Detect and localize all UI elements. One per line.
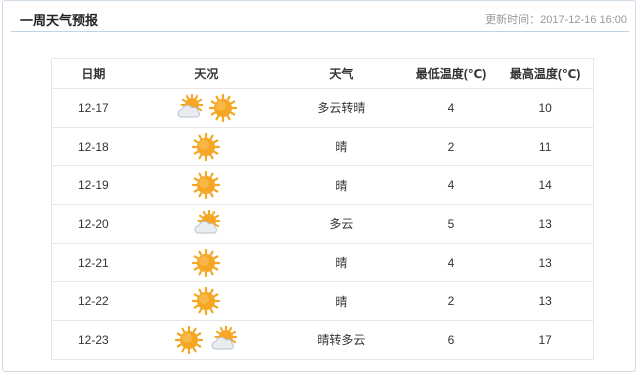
low-temp-cell: 2	[447, 139, 455, 154]
table-row: 12-20 多云 5 13	[52, 205, 593, 244]
condition-cell	[135, 171, 278, 200]
weather-cell: 多云	[329, 217, 354, 232]
low-temp-cell: 4	[447, 100, 455, 115]
sun-icon	[209, 93, 238, 122]
condition-cell	[135, 287, 278, 316]
table-row: 12-22 晴 2 13	[52, 282, 593, 322]
high-temp-cell: 13	[538, 255, 552, 270]
column-header-date: 日期	[81, 67, 106, 81]
cloudy-sun-icon	[192, 209, 221, 238]
panel-header: 一周天气预报 更新时间：2017-12-16 16:00	[11, 1, 629, 32]
high-temp-cell: 10	[538, 100, 552, 115]
date-cell: 12-23	[77, 332, 109, 347]
sun-icon	[192, 248, 221, 277]
high-temp-cell: 17	[538, 332, 552, 347]
column-header-low-temp: 最低温度(℃)	[415, 67, 487, 81]
weather-cell: 晴	[335, 294, 348, 309]
date-cell: 12-21	[77, 255, 109, 270]
table-body: 12-17 多云转晴 4 10 12-18 晴 2 11 12-19 晴 4 14 12-20 多云 5 13…	[52, 89, 593, 360]
date-cell: 12-17	[77, 100, 109, 115]
table-row: 12-23 晴转多云 6 17	[52, 321, 593, 360]
panel-title: 一周天气预报	[20, 13, 99, 28]
table-row: 12-21 晴 4 13	[52, 244, 593, 283]
high-temp-cell: 13	[538, 294, 552, 309]
table-row: 12-18 晴 2 11	[52, 128, 593, 167]
high-temp-cell: 11	[538, 139, 552, 154]
date-cell: 12-20	[77, 216, 109, 231]
weather-cell: 晴	[335, 256, 348, 271]
sun-icon	[192, 132, 221, 161]
weather-cell: 晴	[335, 140, 348, 155]
table-header: 日期 天况 天气 最低温度(℃) 最高温度(℃)	[52, 59, 593, 89]
low-temp-cell: 4	[447, 255, 455, 270]
condition-cell	[135, 248, 278, 277]
sun-icon	[192, 287, 221, 316]
low-temp-cell: 2	[447, 294, 455, 309]
column-header-high-temp: 最高温度(℃)	[509, 67, 581, 81]
table-row: 12-17 多云转晴 4 10	[52, 89, 593, 128]
column-header-weather: 天气	[329, 67, 354, 81]
sun-icon	[175, 325, 204, 354]
high-temp-cell: 14	[538, 178, 552, 193]
update-label: 更新时间：	[485, 14, 541, 26]
condition-cell	[135, 93, 278, 122]
condition-cell	[135, 325, 278, 354]
cloudy-sun-icon	[209, 325, 238, 354]
column-header-condition: 天况	[194, 67, 219, 81]
condition-cell	[135, 132, 278, 161]
low-temp-cell: 5	[447, 216, 455, 231]
sun-icon	[192, 171, 221, 200]
low-temp-cell: 6	[447, 332, 455, 347]
forecast-table: 日期 天况 天气 最低温度(℃) 最高温度(℃) 12-17 多云转晴 4 10 12-…	[51, 58, 594, 360]
update-info: 更新时间：2017-12-16 16:00	[485, 11, 627, 27]
update-time: 2017-12-16 16:00	[540, 14, 627, 26]
high-temp-cell: 13	[538, 216, 552, 231]
table-row: 12-19 晴 4 14	[52, 166, 593, 206]
condition-cell	[135, 209, 278, 238]
cloudy-sun-icon	[175, 93, 204, 122]
low-temp-cell: 4	[447, 178, 455, 193]
date-cell: 12-19	[77, 178, 109, 193]
weather-cell: 晴	[335, 178, 348, 193]
weather-panel: 一周天气预报 更新时间：2017-12-16 16:00 日期 天况 天气 最低…	[2, 0, 636, 372]
weather-cell: 晴转多云	[317, 333, 366, 348]
weather-cell: 多云转晴	[317, 101, 366, 116]
date-cell: 12-22	[77, 294, 109, 309]
date-cell: 12-18	[77, 139, 109, 154]
